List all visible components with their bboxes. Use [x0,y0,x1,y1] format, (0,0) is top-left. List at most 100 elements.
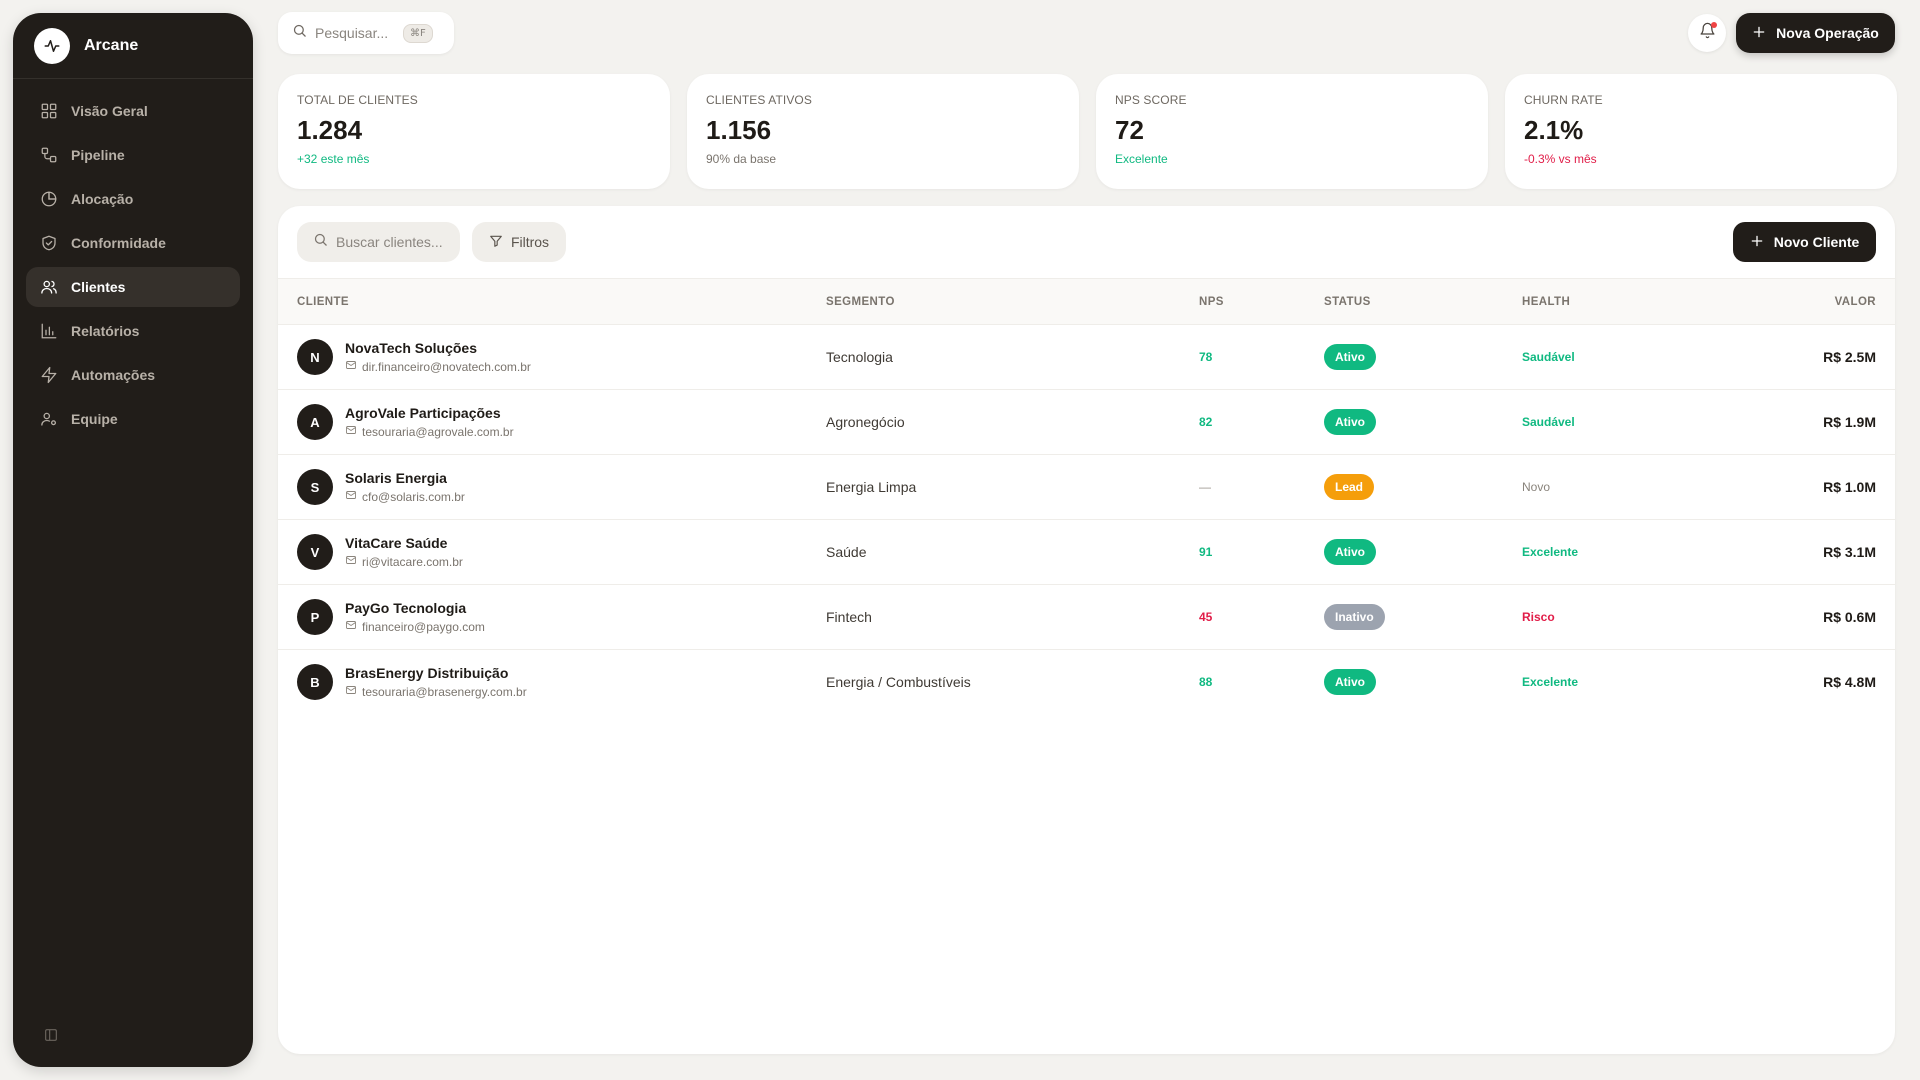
kpi-cards: TOTAL DE CLIENTES 1.284 +32 este mês CLI… [278,74,1897,189]
users-icon [39,277,59,297]
kpi-value: 72 [1115,115,1144,145]
avatar: V [297,534,333,570]
column-header-valor[interactable]: VALOR [1748,279,1895,325]
kpi-value: 1.284 [297,115,363,145]
client-name[interactable]: VitaCare Saúde [345,535,463,551]
nps-value: 45 [1199,610,1213,624]
kpi-sub: +32 este mês [297,152,370,166]
status-badge: Ativo [1324,344,1376,370]
plus-icon [1752,25,1766,42]
column-header-health[interactable]: HEALTH [1522,279,1748,325]
client-email-text: ri@vitacare.com.br [362,554,463,569]
column-header-status[interactable]: STATUS [1324,279,1522,325]
sidebar-collapse-icon[interactable] [41,1025,61,1045]
notifications-button[interactable] [1688,14,1726,52]
grid-icon [39,101,59,121]
kpi-label: CLIENTES ATIVOS [706,93,812,107]
sidebar-item-relatorios[interactable]: Relatórios [26,311,240,351]
column-header-cliente[interactable]: CLIENTE [278,279,826,325]
table-row[interactable]: N NovaTech Soluções dir.financeiro@novat… [278,325,1895,390]
client-name[interactable]: NovaTech Soluções [345,340,531,356]
segment-cell: Agronegócio [826,414,905,430]
client-cell: B BrasEnergy Distribuição tesouraria@bra… [297,664,826,701]
status-badge: Inativo [1324,604,1385,630]
status-badge: Ativo [1324,669,1376,696]
app-name: Arcane [84,36,139,54]
client-name[interactable]: PayGo Tecnologia [345,600,485,616]
notification-dot [1711,22,1717,28]
mail-icon [345,684,357,699]
avatar: P [297,599,333,635]
nps-value: 88 [1199,675,1213,690]
kpi-label: CHURN RATE [1524,93,1603,107]
mail-icon [345,619,357,634]
client-cell: P PayGo Tecnologia financeiro@paygo.com [297,599,826,635]
client-email: dir.financeiro@novatech.com.br [345,359,531,374]
sidebar-item-visao-geral[interactable]: Visão Geral [26,91,240,131]
health-label: Saudável [1522,350,1575,364]
sidebar-item-label: Automações [71,367,156,383]
new-operation-label: Nova Operação [1776,25,1879,41]
zap-icon [39,365,59,385]
health-label: Risco [1522,610,1555,624]
health-label: Saudável [1522,415,1575,429]
sidebar-item-alocacao[interactable]: Alocação [26,179,240,219]
plus-icon [1750,234,1764,251]
table-row[interactable]: A AgroVale Participações tesouraria@agro… [278,390,1895,455]
table-header-row: CLIENTE SEGMENTO NPS STATUS HEALTH VALOR [278,278,1895,325]
sidebar: Arcane Visão Geral Pipeline Alocação Con… [13,13,253,1067]
search-icon [292,23,307,43]
segment-cell: Fintech [826,609,872,625]
client-name[interactable]: AgroVale Participações [345,405,514,421]
column-header-nps[interactable]: NPS [1199,279,1324,325]
global-search-input[interactable] [315,25,395,41]
kpi-value: 1.156 [706,115,772,145]
sidebar-item-equipe[interactable]: Equipe [26,399,240,439]
client-name[interactable]: Solaris Energia [345,470,465,486]
sidebar-item-pipeline[interactable]: Pipeline [26,135,240,175]
segment-cell: Tecnologia [826,349,893,365]
clients-table: CLIENTE SEGMENTO NPS STATUS HEALTH VALOR… [278,278,1895,715]
filters-button[interactable]: Filtros [472,222,566,262]
mail-icon [345,554,357,569]
sidebar-item-label: Relatórios [71,323,140,339]
sidebar-item-label: Pipeline [71,147,125,163]
sidebar-item-conformidade[interactable]: Conformidade [26,223,240,263]
user-cog-icon [39,409,59,429]
filter-icon [489,234,503,251]
pie-chart-icon [39,189,59,209]
table-row[interactable]: S Solaris Energia cfo@solaris.com.br Ene… [278,455,1895,520]
kpi-card-churn-rate: CHURN RATE 2.1% -0.3% vs mês [1505,74,1897,189]
client-name[interactable]: BrasEnergy Distribuição [345,665,527,681]
sidebar-item-clientes[interactable]: Clientes [26,267,240,307]
value-cell: R$ 3.1M [1823,544,1876,560]
value-cell: R$ 0.6M [1823,609,1876,625]
nps-value: 91 [1199,545,1213,559]
new-operation-button[interactable]: Nova Operação [1736,13,1895,53]
sidebar-item-label: Alocação [71,191,134,207]
table-row[interactable]: P PayGo Tecnologia financeiro@paygo.com … [278,585,1895,650]
client-cell: A AgroVale Participações tesouraria@agro… [297,404,826,440]
value-cell: R$ 2.5M [1823,349,1876,365]
value-cell: R$ 1.0M [1823,479,1876,495]
sidebar-item-label: Conformidade [71,235,166,251]
sidebar-footer [13,1025,253,1067]
mail-icon [345,489,357,504]
activity-logo-icon[interactable] [34,27,70,64]
status-badge: Ativo [1324,409,1376,435]
client-search[interactable] [297,222,460,262]
column-header-segmento[interactable]: SEGMENTO [826,279,1199,325]
sidebar-item-automacoes[interactable]: Automações [26,355,240,395]
client-search-input[interactable] [336,234,446,250]
client-cell: V VitaCare Saúde ri@vitacare.com.br [297,534,826,570]
global-search[interactable]: ⌘F [278,12,454,54]
table-row[interactable]: B BrasEnergy Distribuição tesouraria@bra… [278,650,1895,715]
kpi-sub: 90% da base [706,152,777,166]
clients-panel: Filtros Novo Cliente CLIENTE SEGMENTO NP… [278,206,1895,1054]
table-row[interactable]: V VitaCare Saúde ri@vitacare.com.br Saúd… [278,520,1895,585]
sidebar-item-label: Visão Geral [71,103,148,119]
client-email-text: tesouraria@agrovale.com.br [362,424,514,439]
nps-value: — [1199,480,1211,494]
new-client-button[interactable]: Novo Cliente [1733,222,1876,262]
client-email: cfo@solaris.com.br [345,489,465,504]
